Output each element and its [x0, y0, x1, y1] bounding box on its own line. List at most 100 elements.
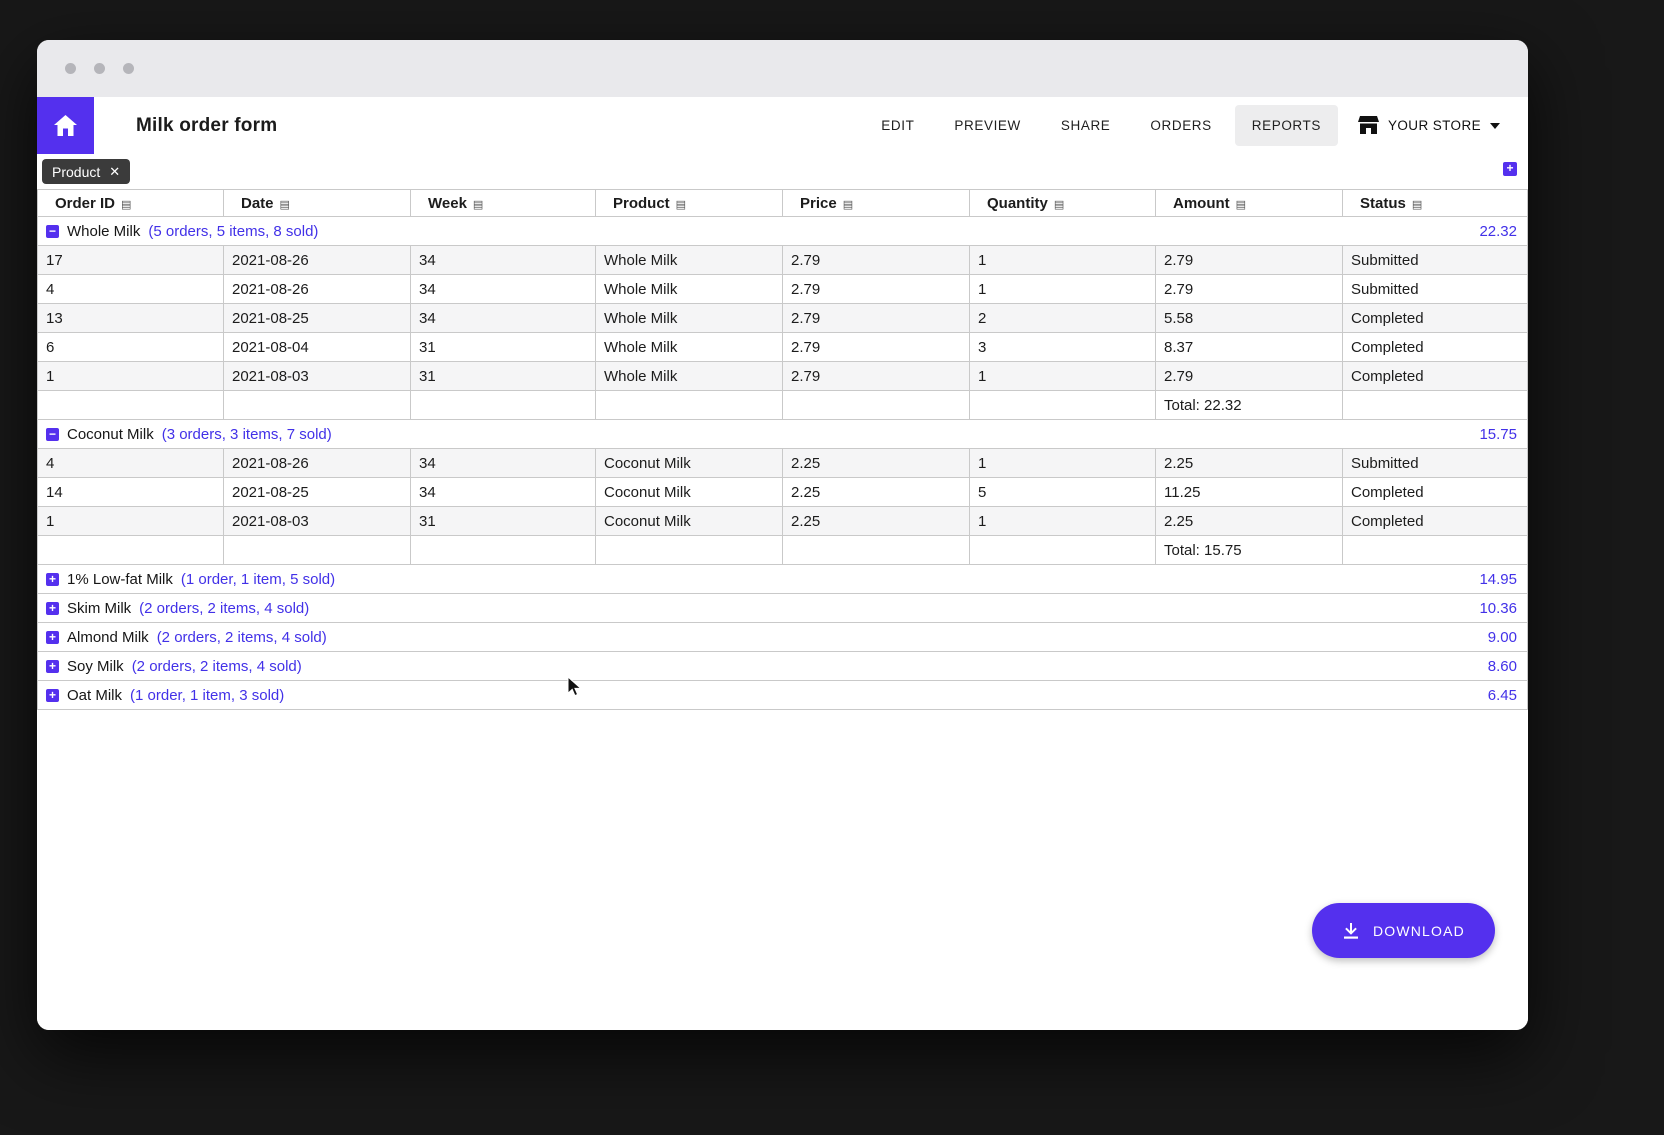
group-total: 10.36 [1479, 600, 1519, 617]
download-button[interactable]: DOWNLOAD [1312, 903, 1495, 958]
column-header-date[interactable]: Date [224, 190, 411, 217]
cell-product: Whole Milk [596, 333, 783, 362]
window-control-dot[interactable] [65, 63, 76, 74]
column-header-status[interactable]: Status [1343, 190, 1528, 217]
group-line: +Almond Milk(2 orders, 2 items, 4 sold)9… [46, 629, 1519, 646]
column-header-order-id[interactable]: Order ID [38, 190, 224, 217]
cell-week: 34 [411, 449, 596, 478]
column-menu-icon [843, 198, 853, 211]
group-name: 1% Low-fat Milk [67, 571, 173, 588]
cell-price: 2.79 [783, 304, 970, 333]
close-icon[interactable] [109, 163, 120, 180]
group-summary: (5 orders, 5 items, 8 sold) [148, 223, 318, 240]
store-menu-label: YOUR STORE [1388, 118, 1481, 133]
nav-item-share[interactable]: SHARE [1044, 105, 1128, 146]
cell-quantity: 1 [970, 275, 1156, 304]
group-cell: +Skim Milk(2 orders, 2 items, 4 sold)10.… [38, 594, 1528, 623]
cell-product: Whole Milk [596, 304, 783, 333]
column-header-week[interactable]: Week [411, 190, 596, 217]
group-summary: (1 order, 1 item, 3 sold) [130, 687, 284, 704]
table-row: 142021-08-2534Coconut Milk2.25511.25Comp… [38, 478, 1528, 507]
page-title: Milk order form [136, 115, 277, 137]
group-total-row: Total: 15.75 [38, 536, 1528, 565]
cell-date: 2021-08-25 [224, 304, 411, 333]
expand-group-icon[interactable]: + [46, 573, 59, 586]
cell-amount: 11.25 [1156, 478, 1343, 507]
report-table-head: Order ID Date Week Product Price Quantit… [38, 190, 1528, 217]
group-name: Coconut Milk [67, 426, 154, 443]
report-content: Product Order ID Date Week Product Price… [37, 154, 1528, 1030]
group-name: Almond Milk [67, 629, 149, 646]
cell-week: 31 [411, 333, 596, 362]
empty-cell [1343, 391, 1528, 420]
header-row: Order ID Date Week Product Price Quantit… [38, 190, 1528, 217]
nav-item-reports[interactable]: REPORTS [1235, 105, 1338, 146]
column-label: Date [241, 195, 274, 212]
group-line: +Skim Milk(2 orders, 2 items, 4 sold)10.… [46, 600, 1519, 617]
expand-group-icon[interactable]: + [46, 689, 59, 702]
cell-date: 2021-08-26 [224, 449, 411, 478]
cell-price: 2.79 [783, 333, 970, 362]
cell-price: 2.79 [783, 275, 970, 304]
window-control-dot[interactable] [94, 63, 105, 74]
cell-week: 31 [411, 362, 596, 391]
nav-item-orders[interactable]: ORDERS [1133, 105, 1228, 146]
group-summary: (1 order, 1 item, 5 sold) [181, 571, 335, 588]
chevron-down-icon [1490, 123, 1500, 129]
cell-week: 34 [411, 304, 596, 333]
expand-group-icon[interactable]: + [46, 631, 59, 644]
nav-item-edit[interactable]: EDIT [864, 105, 931, 146]
cell-order-id: 4 [38, 275, 224, 304]
column-menu-icon [1236, 198, 1246, 211]
group-row: +Oat Milk(1 order, 1 item, 3 sold)6.45 [38, 681, 1528, 710]
cell-status: Submitted [1343, 275, 1528, 304]
column-header-price[interactable]: Price [783, 190, 970, 217]
cell-status: Completed [1343, 304, 1528, 333]
table-row: 62021-08-0431Whole Milk2.7938.37Complete… [38, 333, 1528, 362]
empty-cell [783, 536, 970, 565]
empty-cell [970, 391, 1156, 420]
collapse-group-icon[interactable]: − [46, 225, 59, 238]
cell-order-id: 14 [38, 478, 224, 507]
group-by-chip[interactable]: Product [42, 159, 130, 184]
group-row: +Soy Milk(2 orders, 2 items, 4 sold)8.60 [38, 652, 1528, 681]
cell-date: 2021-08-04 [224, 333, 411, 362]
empty-cell [596, 536, 783, 565]
cell-date: 2021-08-03 [224, 507, 411, 536]
store-menu-button[interactable]: YOUR STORE [1358, 116, 1500, 135]
collapse-group-icon[interactable]: − [46, 428, 59, 441]
column-header-quantity[interactable]: Quantity [970, 190, 1156, 217]
group-total-cell: Total: 22.32 [1156, 391, 1343, 420]
column-header-amount[interactable]: Amount [1156, 190, 1343, 217]
column-menu-icon [473, 198, 483, 211]
expand-group-icon[interactable]: + [46, 602, 59, 615]
home-button[interactable] [37, 97, 94, 154]
group-cell: +Soy Milk(2 orders, 2 items, 4 sold)8.60 [38, 652, 1528, 681]
cell-price: 2.79 [783, 362, 970, 391]
column-header-product[interactable]: Product [596, 190, 783, 217]
group-line: −Whole Milk(5 orders, 5 items, 8 sold)22… [46, 223, 1519, 240]
group-summary: (2 orders, 2 items, 4 sold) [139, 600, 309, 617]
column-label: Status [1360, 195, 1406, 212]
column-menu-icon [280, 198, 290, 211]
table-row: 12021-08-0331Coconut Milk2.2512.25Comple… [38, 507, 1528, 536]
group-row: +1% Low-fat Milk (1 order, 1 item, 5 sold… [38, 565, 1528, 594]
table-row: 42021-08-2634Coconut Milk2.2512.25Submit… [38, 449, 1528, 478]
cell-amount: 8.37 [1156, 333, 1343, 362]
table-row: 42021-08-2634Whole Milk2.7912.79Submitte… [38, 275, 1528, 304]
report-table-body: −Whole Milk(5 orders, 5 items, 8 sold)22… [38, 217, 1528, 710]
nav-item-preview[interactable]: PREVIEW [937, 105, 1037, 146]
column-label: Quantity [987, 195, 1048, 212]
cell-status: Submitted [1343, 246, 1528, 275]
cell-status: Completed [1343, 507, 1528, 536]
cell-order-id: 4 [38, 449, 224, 478]
cell-week: 31 [411, 507, 596, 536]
add-column-button[interactable] [1503, 162, 1517, 176]
group-line: +Soy Milk(2 orders, 2 items, 4 sold)8.60 [46, 658, 1519, 675]
group-cell: +1% Low-fat Milk (1 order, 1 item, 5 sold… [38, 565, 1528, 594]
expand-group-icon[interactable]: + [46, 660, 59, 673]
cell-product: Whole Milk [596, 362, 783, 391]
column-label: Amount [1173, 195, 1230, 212]
cell-date: 2021-08-26 [224, 275, 411, 304]
window-control-dot[interactable] [123, 63, 134, 74]
